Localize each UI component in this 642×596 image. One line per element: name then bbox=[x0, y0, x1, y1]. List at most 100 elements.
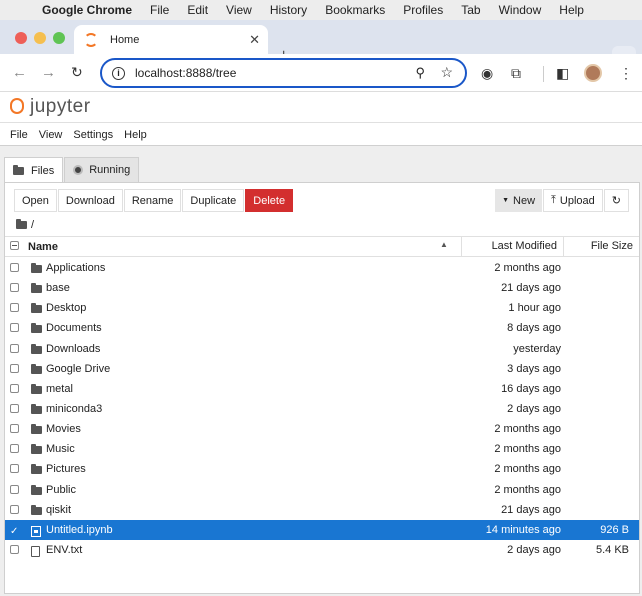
file-name[interactable]: metal bbox=[46, 383, 73, 395]
os-menu-tab[interactable]: Tab bbox=[461, 3, 480, 17]
upload-button[interactable]: ⤒ Upload bbox=[543, 189, 603, 212]
open-button[interactable]: Open bbox=[14, 189, 57, 212]
row-checkbox[interactable] bbox=[10, 283, 19, 295]
file-name[interactable]: ENV.txt bbox=[46, 544, 82, 556]
row-checkbox[interactable] bbox=[10, 444, 19, 456]
file-name[interactable]: Applications bbox=[46, 262, 105, 274]
tab-running[interactable]: Running bbox=[64, 157, 140, 182]
file-row[interactable]: Google Drive 3 days ago bbox=[5, 359, 639, 379]
address-bar[interactable]: i localhost:8888/tree ⚲ ☆ bbox=[100, 58, 467, 88]
file-name[interactable]: qiskit bbox=[46, 504, 71, 516]
file-name[interactable]: Public bbox=[46, 484, 76, 496]
close-window-button[interactable] bbox=[15, 32, 27, 44]
os-menu-file[interactable]: File bbox=[150, 3, 169, 17]
file-row[interactable]: base 21 days ago bbox=[5, 278, 639, 298]
row-checkbox[interactable] bbox=[10, 403, 19, 416]
column-last-modified[interactable]: Last Modified bbox=[461, 237, 563, 256]
forward-arrow-icon[interactable]: → bbox=[41, 64, 56, 81]
file-row[interactable]: Downloads yesterday bbox=[5, 339, 639, 359]
jupyter-menu-settings[interactable]: Settings bbox=[73, 129, 113, 141]
row-checkbox[interactable] bbox=[10, 303, 19, 315]
jupyter-wordmark[interactable]: jupyter bbox=[30, 96, 91, 118]
file-row[interactable]: Pictures 2 months ago bbox=[5, 459, 639, 479]
file-name[interactable]: Downloads bbox=[46, 343, 100, 355]
side-panel-icon[interactable]: ◧ bbox=[556, 65, 569, 82]
duplicate-button[interactable]: Duplicate bbox=[182, 189, 245, 212]
rename-button[interactable]: Rename bbox=[123, 189, 182, 212]
row-checkbox[interactable]: ✓ bbox=[10, 525, 19, 537]
zoom-icon[interactable]: ⚲ bbox=[415, 65, 425, 81]
refresh-button[interactable]: ↻ bbox=[603, 189, 629, 212]
minimize-window-button[interactable] bbox=[34, 32, 46, 44]
os-menu-edit[interactable]: Edit bbox=[187, 3, 208, 17]
download-button[interactable]: Download bbox=[57, 189, 123, 212]
file-row[interactable]: Desktop 1 hour ago bbox=[5, 298, 639, 318]
reload-icon[interactable]: ↻ bbox=[71, 64, 83, 81]
file-row[interactable]: Documents 8 days ago bbox=[5, 318, 639, 338]
home-folder-icon[interactable] bbox=[16, 219, 27, 229]
file-row[interactable]: qiskit 21 days ago bbox=[5, 500, 639, 520]
extension-badge-icon[interactable]: ◉ bbox=[481, 65, 493, 82]
jupyter-menu-help[interactable]: Help bbox=[124, 129, 147, 141]
row-checkbox[interactable] bbox=[10, 383, 19, 396]
file-row[interactable]: metal 16 days ago bbox=[5, 379, 639, 399]
file-name[interactable]: Untitled.ipynb bbox=[46, 524, 113, 536]
file-name[interactable]: Desktop bbox=[46, 302, 86, 314]
file-name[interactable]: miniconda3 bbox=[46, 403, 102, 415]
row-checkbox[interactable] bbox=[10, 323, 19, 335]
close-tab-icon[interactable]: ✕ bbox=[249, 32, 260, 48]
notebook-icon bbox=[31, 525, 41, 540]
browser-menu-kebab-icon[interactable]: ⋮ bbox=[619, 65, 633, 82]
file-row[interactable]: ENV.txt 2 days ago 5.4 KB bbox=[5, 540, 639, 560]
bookmark-star-icon[interactable]: ☆ bbox=[440, 64, 453, 81]
column-file-size[interactable]: File Size bbox=[563, 237, 633, 256]
extensions-puzzle-icon[interactable]: ⧉ bbox=[511, 65, 521, 82]
row-checkbox[interactable] bbox=[10, 544, 19, 557]
file-name[interactable]: Movies bbox=[46, 423, 81, 435]
profile-avatar[interactable] bbox=[584, 64, 602, 82]
os-menu-history[interactable]: History bbox=[270, 3, 307, 17]
row-checkbox[interactable] bbox=[10, 263, 19, 275]
row-checkbox[interactable] bbox=[10, 363, 19, 376]
row-checkbox[interactable] bbox=[10, 504, 19, 517]
select-all-checkbox[interactable] bbox=[10, 241, 19, 253]
sort-ascending-icon[interactable]: ▲ bbox=[440, 240, 448, 249]
os-menu-view[interactable]: View bbox=[226, 3, 252, 17]
jupyter-logo-icon[interactable] bbox=[10, 98, 24, 114]
row-checkbox[interactable] bbox=[10, 464, 19, 476]
os-menu-help[interactable]: Help bbox=[559, 3, 584, 17]
tab-files[interactable]: Files bbox=[4, 157, 64, 183]
site-info-icon[interactable]: i bbox=[112, 66, 125, 80]
os-menu-app[interactable]: Google Chrome bbox=[42, 3, 132, 17]
file-row[interactable]: Public 2 months ago bbox=[5, 480, 639, 500]
file-browser-tabs: Files Running bbox=[4, 157, 140, 183]
file-row[interactable]: miniconda3 2 days ago bbox=[5, 399, 639, 419]
os-menu-window[interactable]: Window bbox=[499, 3, 542, 17]
os-menu-profiles[interactable]: Profiles bbox=[403, 3, 443, 17]
url-text[interactable]: localhost:8888/tree bbox=[135, 66, 236, 80]
row-checkbox[interactable] bbox=[10, 484, 19, 497]
browser-tab-home[interactable]: Home ✕ bbox=[74, 25, 268, 54]
running-icon bbox=[73, 165, 84, 175]
column-name[interactable]: Name bbox=[28, 241, 58, 253]
jupyter-menu-view[interactable]: View bbox=[39, 129, 63, 141]
breadcrumb-root[interactable]: / bbox=[31, 219, 34, 231]
jupyter-menu-file[interactable]: File bbox=[10, 129, 28, 141]
file-name[interactable]: Google Drive bbox=[46, 363, 110, 375]
row-checkbox[interactable] bbox=[10, 424, 19, 436]
file-row[interactable]: ✓ Untitled.ipynb 14 minutes ago 926 B bbox=[5, 519, 639, 540]
zoom-window-button[interactable] bbox=[53, 32, 65, 44]
delete-button[interactable]: Delete bbox=[245, 189, 294, 212]
file-name[interactable]: Music bbox=[46, 443, 75, 455]
os-menu-bookmarks[interactable]: Bookmarks bbox=[325, 3, 385, 17]
file-name[interactable]: Pictures bbox=[46, 463, 86, 475]
file-row[interactable]: Applications 2 months ago bbox=[5, 258, 639, 278]
file-name[interactable]: base bbox=[46, 282, 70, 294]
back-arrow-icon[interactable]: ← bbox=[12, 64, 27, 81]
row-checkbox[interactable] bbox=[10, 343, 19, 356]
file-modified: 2 months ago bbox=[494, 423, 561, 436]
file-row[interactable]: Music 2 months ago bbox=[5, 439, 639, 459]
file-name[interactable]: Documents bbox=[46, 322, 102, 334]
new-dropdown-button[interactable]: ▼ New bbox=[495, 189, 543, 212]
file-row[interactable]: Movies 2 months ago bbox=[5, 419, 639, 439]
